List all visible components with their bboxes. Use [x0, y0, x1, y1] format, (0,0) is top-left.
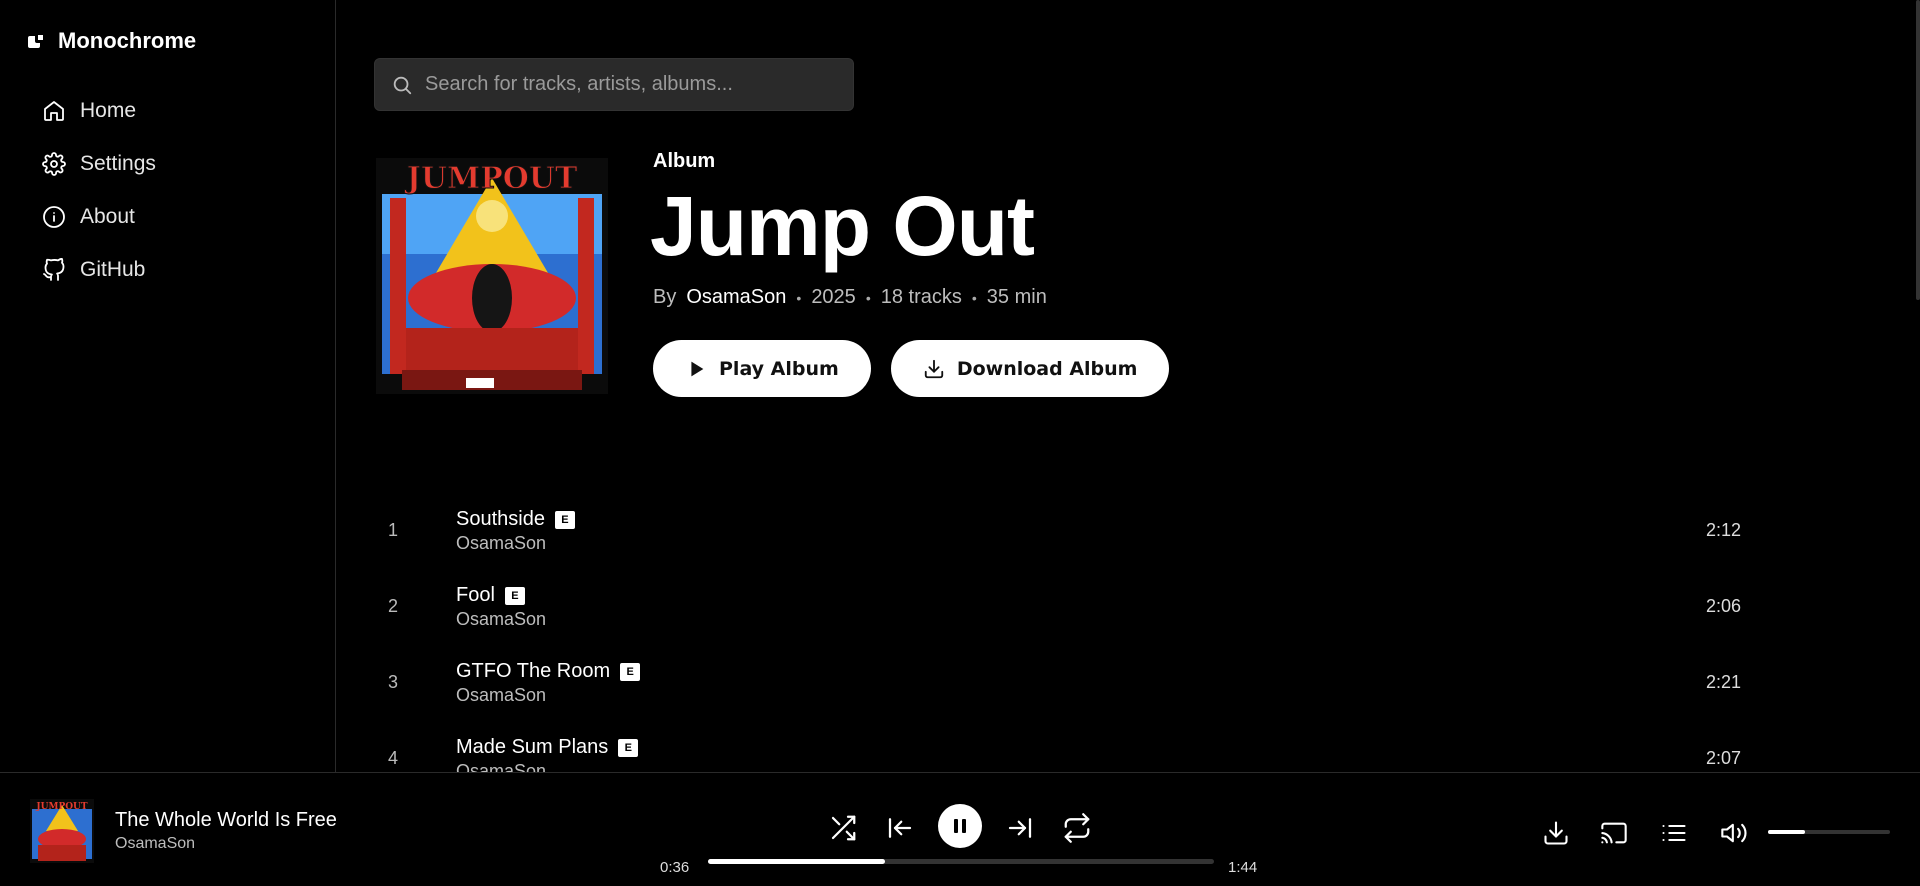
- sidebar-item-about[interactable]: About: [42, 190, 156, 243]
- track-title: Southside: [456, 508, 545, 530]
- svg-text:JUMPOUT: JUMPOUT: [35, 802, 88, 812]
- table-row[interactable]: 2 Fool E OsamaSon 2:06: [374, 568, 1854, 644]
- sidebar-item-label: Settings: [80, 151, 156, 175]
- track-number: 3: [387, 672, 398, 692]
- separator-dot: •: [865, 289, 871, 306]
- download-album-button[interactable]: Download Album: [890, 340, 1170, 397]
- app: Monochrome Home Settings About GitHub Se…: [0, 0, 1920, 886]
- search-input[interactable]: [425, 73, 825, 96]
- play-icon: [691, 361, 704, 376]
- album-artist-link[interactable]: OsamaSon: [686, 286, 786, 309]
- download-track-button[interactable]: [1542, 819, 1570, 847]
- skip-forward-icon: [1008, 818, 1032, 838]
- track-title-line: Made Sum Plans E: [456, 736, 639, 759]
- explicit-badge: E: [504, 586, 525, 605]
- track-artist[interactable]: OsamaSon: [456, 609, 546, 630]
- elapsed-time: 0:36: [660, 859, 690, 876]
- track-title: Made Sum Plans: [456, 736, 609, 758]
- track-title-line: Southside E: [456, 508, 575, 531]
- shuffle-button[interactable]: [828, 813, 858, 843]
- svg-text:JUMPOUT: JUMPOUT: [404, 161, 578, 196]
- progress-bar[interactable]: [708, 859, 1214, 864]
- list-icon: [1662, 824, 1686, 842]
- github-icon: [43, 257, 65, 281]
- download-album-label: Download Album: [956, 357, 1138, 380]
- page-title: Jump Out: [650, 179, 1035, 273]
- search-icon: [393, 76, 412, 94]
- track-duration: 2:12: [1705, 520, 1741, 540]
- album-meta: By OsamaSon • 2025 • 18 tracks • 35 min: [653, 286, 1047, 309]
- table-row[interactable]: 3 GTFO The Room E OsamaSon 2:21: [374, 644, 1854, 720]
- repeat-button[interactable]: [1062, 813, 1092, 843]
- volume-button[interactable]: [1720, 819, 1748, 847]
- sidebar-item-home[interactable]: Home: [42, 84, 156, 137]
- cast-icon: [1601, 822, 1627, 844]
- track-artist[interactable]: OsamaSon: [456, 685, 546, 706]
- track-title-line: Fool E: [456, 584, 525, 607]
- track-number: 4: [387, 748, 398, 768]
- gear-icon: [42, 151, 66, 176]
- monochrome-logo-icon: [28, 32, 46, 50]
- brand[interactable]: Monochrome: [28, 28, 196, 54]
- repeat-icon: [1064, 813, 1090, 843]
- track-number: 1: [387, 520, 398, 540]
- info-icon: [43, 205, 65, 228]
- explicit-badge: E: [618, 738, 639, 757]
- track-duration: 2:06: [1705, 596, 1741, 616]
- progress-fill: [708, 859, 886, 864]
- queue-button[interactable]: [1660, 819, 1688, 847]
- total-time: 1:44: [1228, 859, 1258, 876]
- sidebar-item-settings[interactable]: Settings: [42, 137, 156, 190]
- album-duration: 35 min: [986, 286, 1047, 308]
- track-duration: 2:21: [1705, 672, 1741, 692]
- explicit-badge: E: [620, 662, 641, 681]
- now-playing-cover[interactable]: JUMPOUT: [30, 799, 94, 863]
- play-album-button[interactable]: Play Album: [653, 340, 871, 397]
- track-title: Fool: [456, 584, 495, 606]
- pause-button[interactable]: [938, 804, 982, 848]
- table-row[interactable]: 1 Southside E OsamaSon 2:12: [374, 492, 1854, 568]
- brand-name: Monochrome: [58, 28, 197, 53]
- separator-dot: •: [971, 289, 977, 306]
- now-playing-artist[interactable]: OsamaSon: [115, 835, 195, 853]
- track-title-line: GTFO The Room E: [456, 660, 641, 683]
- explicit-badge: E: [554, 510, 575, 529]
- track-list: 1 Southside E OsamaSon 2:12 2 Fool E Osa…: [374, 492, 1854, 796]
- track-number: 2: [387, 596, 398, 616]
- search-bar[interactable]: [374, 58, 854, 111]
- album-year: 2025: [811, 286, 856, 308]
- track-artist[interactable]: OsamaSon: [456, 533, 546, 554]
- sidebar: Monochrome Home Settings About GitHub: [0, 0, 336, 772]
- track-title: GTFO The Room: [456, 660, 611, 682]
- sidebar-item-label: Home: [80, 98, 137, 122]
- home-icon: [44, 100, 64, 121]
- play-album-label: Play Album: [719, 357, 839, 380]
- by-label: By: [653, 286, 677, 308]
- volume-slider[interactable]: [1768, 830, 1890, 834]
- pause-icon: [954, 819, 966, 833]
- album-type-label: Album: [653, 150, 716, 172]
- sidebar-nav: Home Settings About GitHub: [42, 84, 156, 296]
- player-bar: JUMPOUT The Whole World Is Free OsamaSon…: [0, 772, 1920, 886]
- main-scrollbar[interactable]: [1916, 0, 1920, 300]
- download-icon: [1544, 821, 1568, 845]
- track-duration: 2:07: [1705, 748, 1741, 768]
- sidebar-item-github[interactable]: GitHub: [42, 243, 156, 296]
- album-cover[interactable]: JUMPOUT: [376, 158, 608, 394]
- cast-button[interactable]: [1600, 819, 1628, 847]
- volume-fill: [1768, 830, 1805, 834]
- sidebar-item-label: About: [80, 204, 135, 228]
- album-track-count: 18 tracks: [880, 286, 962, 308]
- next-button[interactable]: [1005, 813, 1035, 843]
- now-playing-title[interactable]: The Whole World Is Free: [115, 809, 337, 832]
- skip-back-icon: [888, 818, 912, 838]
- download-icon: [924, 359, 943, 378]
- separator-dot: •: [796, 289, 802, 306]
- main-content: JUMPOUT Album Jump Out By OsamaSon • 202…: [337, 0, 1920, 781]
- shuffle-icon: [831, 815, 856, 841]
- album-actions: Play Album Download Album: [653, 340, 1170, 397]
- sidebar-item-label: GitHub: [80, 257, 146, 281]
- previous-button[interactable]: [885, 813, 915, 843]
- volume-icon: [1721, 823, 1747, 843]
